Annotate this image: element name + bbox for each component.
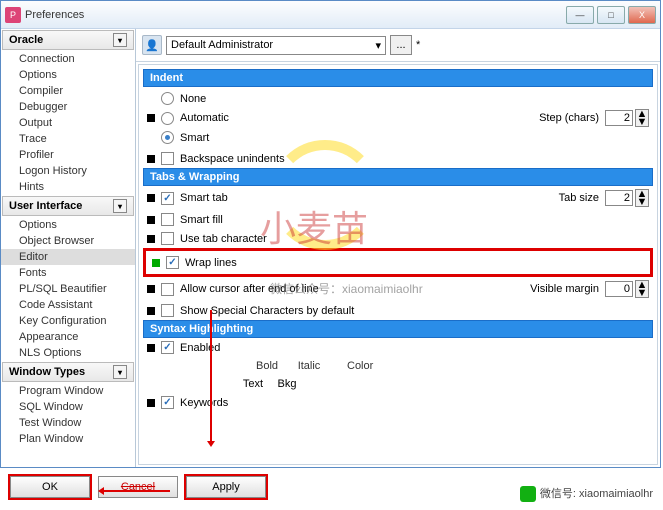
sidebar-item-test-window[interactable]: Test Window — [1, 415, 135, 431]
maximize-button[interactable]: □ — [597, 6, 625, 24]
admin-select-label: Default Administrator — [171, 39, 273, 51]
sidebar-item-output[interactable]: Output — [1, 115, 135, 131]
margin-spinner[interactable]: ▲▼ — [635, 280, 649, 298]
settings-scroll[interactable]: Indent None Automatic Step (chars) ▲▼ Sm… — [138, 64, 658, 465]
radio-automatic[interactable] — [161, 112, 174, 125]
footer-wechat: 微信号: xiaomaimiaolhr — [520, 485, 653, 502]
annotation-arrow-v — [210, 310, 212, 445]
sidebar-item-code-assistant[interactable]: Code Assistant — [1, 297, 135, 313]
margin-input[interactable] — [605, 281, 633, 297]
main-panel: 👤 Default Administrator ▾ ... * Indent N… — [136, 29, 660, 467]
sidebar: Oracle▾ConnectionOptionsCompilerDebugger… — [1, 29, 136, 467]
keywords-label: Keywords — [180, 397, 228, 409]
step-spinner[interactable]: ▲▼ — [635, 109, 649, 127]
sidebar-item-debugger[interactable]: Debugger — [1, 99, 135, 115]
sidebar-item-profiler[interactable]: Profiler — [1, 147, 135, 163]
close-button[interactable]: X — [628, 6, 656, 24]
check-use-tab[interactable] — [161, 232, 174, 245]
check-backspace[interactable] — [161, 152, 174, 165]
window-title: Preferences — [25, 9, 566, 21]
sidebar-item-options[interactable]: Options — [1, 217, 135, 233]
preferences-window: P Preferences — □ X Oracle▾ConnectionOpt… — [0, 0, 661, 468]
admin-icon: 👤 — [142, 35, 162, 55]
chevron-down-icon: ▾ — [113, 365, 127, 379]
tab-size-input[interactable] — [605, 190, 633, 206]
sidebar-item-nls-options[interactable]: NLS Options — [1, 345, 135, 361]
check-smart-fill[interactable] — [161, 213, 174, 226]
sidebar-item-hints[interactable]: Hints — [1, 179, 135, 195]
sidebar-item-program-window[interactable]: Program Window — [1, 383, 135, 399]
section-syntax: Syntax Highlighting — [143, 320, 653, 338]
annotation-arrow-h — [100, 490, 170, 492]
button-bar: OK Cancel Apply — [8, 474, 268, 500]
sidebar-item-logon-history[interactable]: Logon History — [1, 163, 135, 179]
tab-size-label: Tab size — [559, 192, 599, 204]
sidebar-item-plan-window[interactable]: Plan Window — [1, 431, 135, 447]
margin-label: Visible margin — [530, 283, 599, 295]
step-label: Step (chars) — [539, 112, 599, 124]
sidebar-item-editor[interactable]: Editor — [1, 249, 135, 265]
radio-none[interactable] — [161, 92, 174, 105]
check-wrap-lines[interactable] — [166, 256, 179, 269]
ok-button[interactable]: OK — [10, 476, 90, 498]
sidebar-item-pl-sql-beautifier[interactable]: PL/SQL Beautifier — [1, 281, 135, 297]
sidebar-item-object-browser[interactable]: Object Browser — [1, 233, 135, 249]
check-keywords[interactable] — [161, 396, 174, 409]
check-show-special[interactable] — [161, 304, 174, 317]
section-tabs: Tabs & Wrapping — [143, 168, 653, 186]
sidebar-item-options[interactable]: Options — [1, 67, 135, 83]
sidebar-group-user-interface[interactable]: User Interface▾ — [2, 196, 134, 216]
titlebar: P Preferences — □ X — [1, 1, 660, 29]
chevron-down-icon: ▾ — [113, 199, 127, 213]
sidebar-item-compiler[interactable]: Compiler — [1, 83, 135, 99]
tab-size-spinner[interactable]: ▲▼ — [635, 189, 649, 207]
sidebar-group-oracle[interactable]: Oracle▾ — [2, 30, 134, 50]
minimize-button[interactable]: — — [566, 6, 594, 24]
browse-button[interactable]: ... — [390, 35, 412, 55]
step-input[interactable] — [605, 110, 633, 126]
wechat-icon — [520, 486, 536, 502]
sidebar-item-sql-window[interactable]: SQL Window — [1, 399, 135, 415]
app-icon: P — [5, 7, 21, 23]
check-allow-cursor[interactable] — [161, 283, 174, 296]
cancel-button[interactable]: Cancel — [98, 476, 178, 498]
sidebar-item-key-configuration[interactable]: Key Configuration — [1, 313, 135, 329]
toolbar: 👤 Default Administrator ▾ ... * — [136, 29, 660, 62]
sidebar-item-trace[interactable]: Trace — [1, 131, 135, 147]
radio-smart[interactable] — [161, 131, 174, 144]
admin-select[interactable]: Default Administrator ▾ — [166, 36, 386, 55]
section-indent: Indent — [143, 69, 653, 87]
chevron-down-icon: ▾ — [113, 33, 127, 47]
sidebar-group-window-types[interactable]: Window Types▾ — [2, 362, 134, 382]
syntax-headers: Bold Italic Color — [253, 360, 373, 372]
sidebar-item-fonts[interactable]: Fonts — [1, 265, 135, 281]
check-smart-tab[interactable] — [161, 192, 174, 205]
modified-indicator: * — [416, 39, 420, 51]
apply-button[interactable]: Apply — [186, 476, 266, 498]
sidebar-item-connection[interactable]: Connection — [1, 51, 135, 67]
check-syntax-enabled[interactable] — [161, 341, 174, 354]
chevron-down-icon: ▾ — [375, 39, 381, 52]
sidebar-item-appearance[interactable]: Appearance — [1, 329, 135, 345]
